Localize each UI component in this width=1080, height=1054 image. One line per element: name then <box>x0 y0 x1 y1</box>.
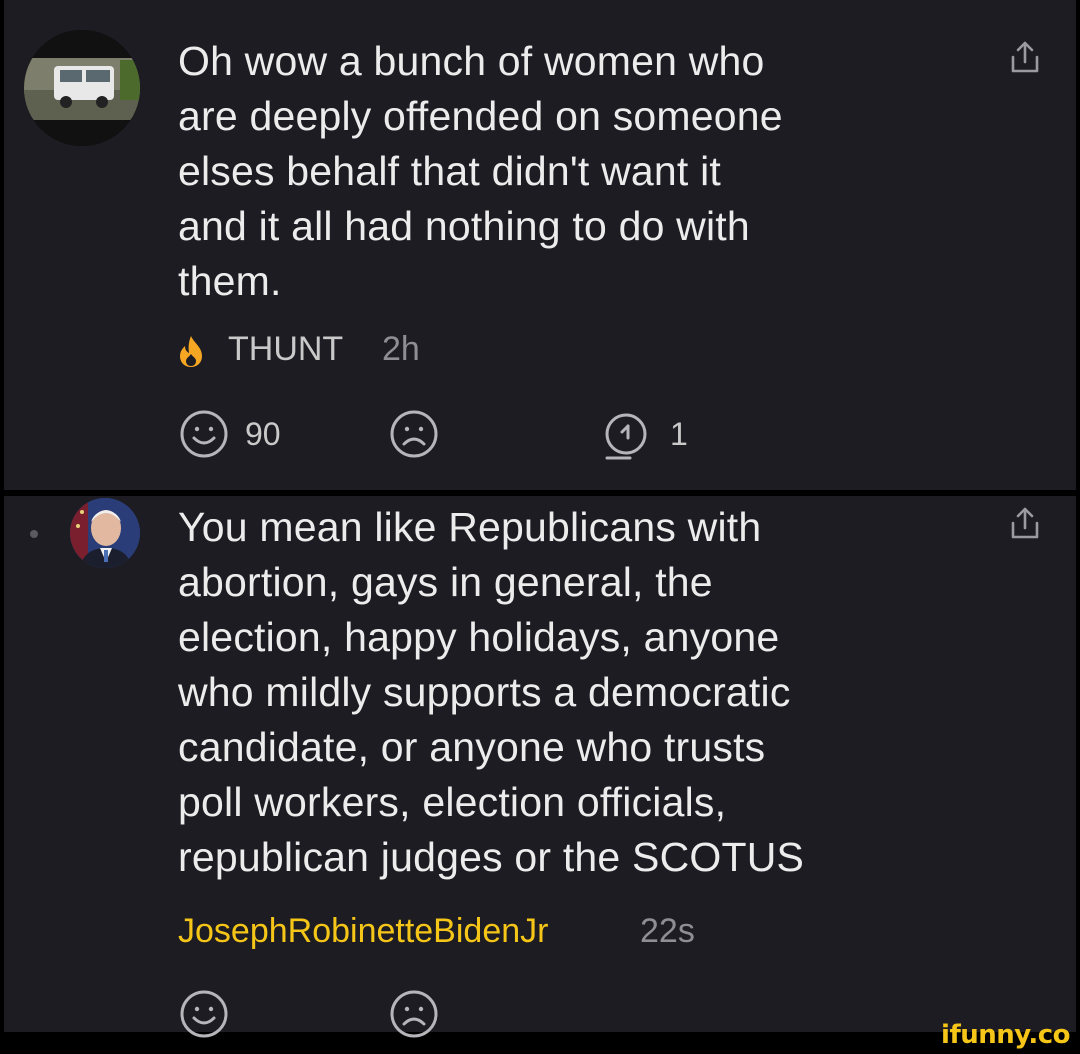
ifunny-watermark: ifunny.co <box>941 1020 1070 1050</box>
frown-icon[interactable] <box>388 988 440 1040</box>
comment-text: You mean like Republicans with abortion,… <box>178 504 805 880</box>
smile-count: 90 <box>245 416 281 452</box>
frown-icon[interactable] <box>388 408 440 460</box>
reply-count: 1 <box>670 416 688 452</box>
comment-timestamp: 2h <box>382 330 420 368</box>
smile-icon[interactable] <box>178 988 230 1040</box>
comment-username[interactable]: THUNT <box>228 330 343 369</box>
smile-icon[interactable] <box>178 408 230 460</box>
share-icon[interactable] <box>1008 40 1042 76</box>
comment-timestamp: 22s <box>640 912 695 950</box>
avatar[interactable] <box>70 498 140 568</box>
comment-text: Oh wow a bunch of women who are deeply o… <box>178 38 783 304</box>
reply-icon[interactable] <box>600 410 652 462</box>
comment-username[interactable]: JosephRobinetteBidenJr <box>178 912 548 951</box>
thread-dot <box>30 530 38 538</box>
avatar[interactable] <box>24 30 140 146</box>
share-icon[interactable] <box>1008 506 1042 542</box>
flame-icon <box>176 334 206 368</box>
